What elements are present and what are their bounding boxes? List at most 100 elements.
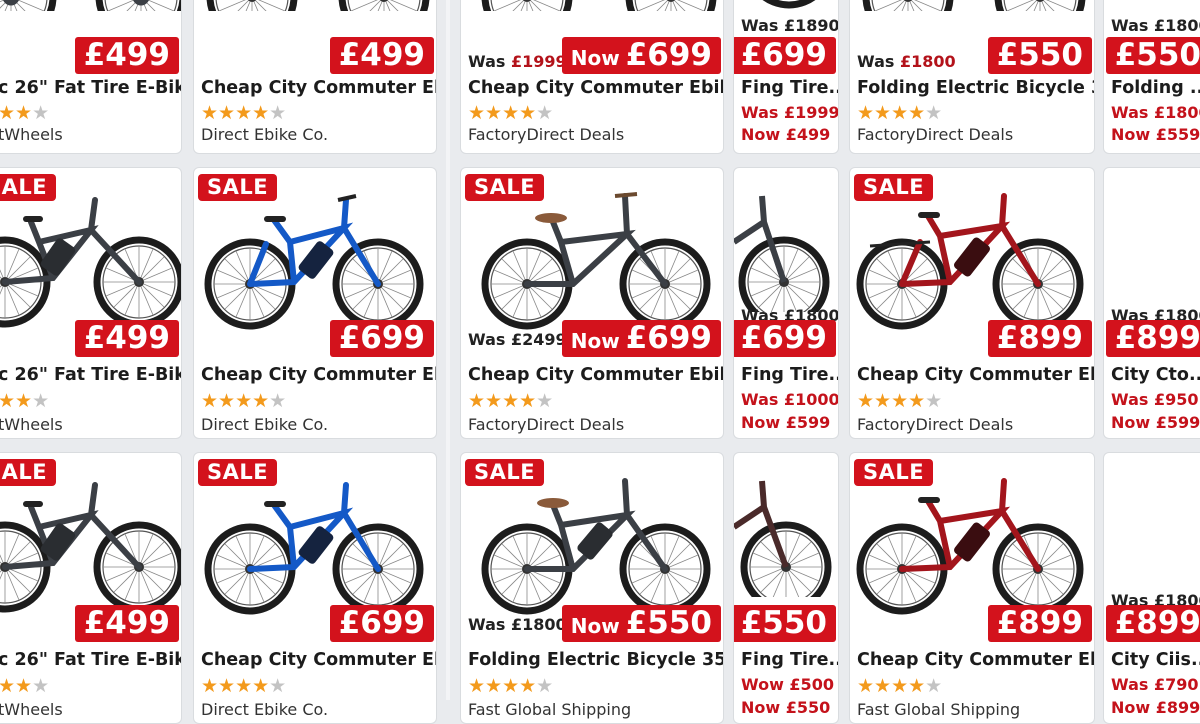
price-tag: Now £550 [561,605,721,642]
product-title[interactable]: c 26" Fat Tire E-Bike [0,650,181,670]
now-price: Now £499 [741,125,831,144]
product-card[interactable]: SALE £699 Cheap City Commuter Ebike ★★★★… [193,452,437,724]
product-card[interactable]: Was £1800 £899 City Ciis... Was £790 Now… [1103,452,1200,724]
was-price: Wow £500 [741,675,834,694]
was-price: Was £1999 [468,52,567,71]
product-title[interactable]: Cheap City Commuter Ebike [201,78,436,98]
product-title[interactable]: Cheap City Commuter Ebike [201,365,436,385]
product-card[interactable]: £550 Fing Tire... Wow £500 Now £550 [733,452,839,724]
price-tag: £499 [74,320,179,357]
seller-name: FactoryDirect Deals [857,415,1014,434]
seller-name: tWheels [0,700,63,719]
product-card[interactable]: SALE £699 Cheap City Commuter Ebike ★★★★… [193,167,437,439]
rating-stars: ★★★ [0,102,50,124]
bike-image [461,478,724,617]
product-card[interactable]: SALE £499 c 26" Fat Tire E-Bike ★★★ tWhe… [0,167,182,439]
rating-stars: ★★★ [0,390,50,412]
bike-image [850,478,1095,617]
product-title[interactable]: Cheap City Commuter Ebike [468,365,723,385]
bike-image [0,482,182,617]
product-title[interactable]: Cheap City Commuter Ebike [857,650,1094,670]
product-title[interactable]: Cheap City Commuter Ebike [201,650,436,670]
bike-image [850,0,1095,11]
was-price: Was £1800 [468,615,567,634]
bike-image [461,0,724,11]
now-price: Now £599 [1111,413,1200,432]
column-divider [446,0,450,700]
was-price: Was £2499 [468,330,567,349]
product-title[interactable]: Fing Tire... [741,78,838,98]
product-card[interactable]: Was £1999 Now £699 Cheap City Commuter Eb… [460,0,724,154]
rating-stars: ★★★ [0,675,50,697]
bike-image [194,0,437,11]
now-price: Now £599 [741,413,831,432]
bike-image [734,480,839,597]
product-title[interactable]: c 26" Fat Tire E-Bike [0,78,181,98]
was-price: Was £1800 [1111,16,1200,35]
price-tag: £550 [1105,37,1200,74]
rating-stars: ★★★★★ [468,675,554,697]
seller-name: tWheels [0,125,63,144]
product-card[interactable]: SALE £499 c 26" Fat Tire E-Bike ★★★ tWhe… [0,452,182,724]
price-tag: £499 [329,37,434,74]
now-price: Now £550 [741,698,831,717]
bike-image [850,193,1095,332]
seller-name: FactoryDirect Deals [468,415,625,434]
product-title[interactable]: c 26" Fat Tire E-Bike [0,365,181,385]
product-title[interactable]: Cheap City Commuter Ebike [468,78,723,98]
product-card[interactable]: Was £1890 £699 Fing Tire... Was £1999 No… [733,0,839,154]
product-card[interactable]: £499 Cheap City Commuter Ebike ★★★★★ Dir… [193,0,437,154]
price-tag: £499 [74,605,179,642]
was-price: Was £1800 [1111,103,1200,122]
product-title[interactable]: Fing Tire... [741,365,838,385]
price-tag: £899 [987,320,1092,357]
rating-stars: ★★★★★ [201,675,287,697]
price-tag: Now £699 [561,320,721,357]
rating-stars: ★★★★★ [857,675,943,697]
seller-name: Fast Global Shipping [857,700,1021,719]
seller-name: Direct Ebike Co. [201,415,329,434]
price-tag: £899 [1105,605,1200,642]
rating-stars: ★★★★★ [468,390,554,412]
seller-name: Direct Ebike Co. [201,700,329,719]
price-tag: £899 [1105,320,1200,357]
seller-name: tWheels [0,415,63,434]
price-tag: £899 [987,605,1092,642]
product-card[interactable]: SALE Was £2499 Now £699 Cheap City Commut… [460,167,724,439]
price-tag: £699 [734,37,836,74]
product-card[interactable]: Was £1800 £699 Fing Tire... Was £1000 No… [733,167,839,439]
product-title[interactable]: City Cto... [1111,365,1200,385]
price-tag: £499 [74,37,179,74]
price-tag: £699 [734,320,836,357]
product-card[interactable]: Was £1800 £550 Folding ... Was £1800 Now… [1103,0,1200,154]
product-title[interactable]: Folding Electric Bicycle 350W [857,78,1094,98]
price-tag: Now £699 [561,37,721,74]
rating-stars: ★★★★★ [857,102,943,124]
product-card[interactable]: £499 c 26" Fat Tire E-Bike ★★★ tWheels [0,0,182,154]
product-title[interactable]: Fing Tire... [741,650,838,670]
price-tag: £699 [329,605,434,642]
product-card[interactable]: Was £1800 £550 Folding Electric Bicycle … [849,0,1095,154]
bike-image [461,192,724,332]
rating-stars: ★★★★★ [468,102,554,124]
product-card[interactable]: Was £1800 £899 City Cto... Was £950 Now … [1103,167,1200,439]
bike-image [734,0,839,11]
seller-name: FactoryDirect Deals [468,125,625,144]
product-title[interactable]: Folding ... [1111,78,1200,98]
seller-name: Fast Global Shipping [468,700,632,719]
bike-image [194,194,437,332]
seller-name: Direct Ebike Co. [201,125,329,144]
product-card[interactable]: SALE Was £1800 Now £550 Folding Electric … [460,452,724,724]
product-title[interactable]: City Ciis... [1111,650,1200,670]
product-card[interactable]: SALE £899 Cheap City Commuter Ebike ★★★★… [849,452,1095,724]
product-title[interactable]: Cheap City Commuter Ebike [857,365,1094,385]
bike-image [0,197,182,332]
product-card[interactable]: SALE £899 Cheap City Commuter Ebike ★★★★… [849,167,1095,439]
was-price: Was £1000 [741,390,839,409]
was-price: Was £790 [1111,675,1199,694]
product-title[interactable]: Folding Electric Bicycle 350W [468,650,723,670]
rating-stars: ★★★★★ [857,390,943,412]
was-price: Was £1890 [741,16,839,35]
rating-stars: ★★★★★ [201,390,287,412]
now-price: Now £559 [1111,125,1200,144]
